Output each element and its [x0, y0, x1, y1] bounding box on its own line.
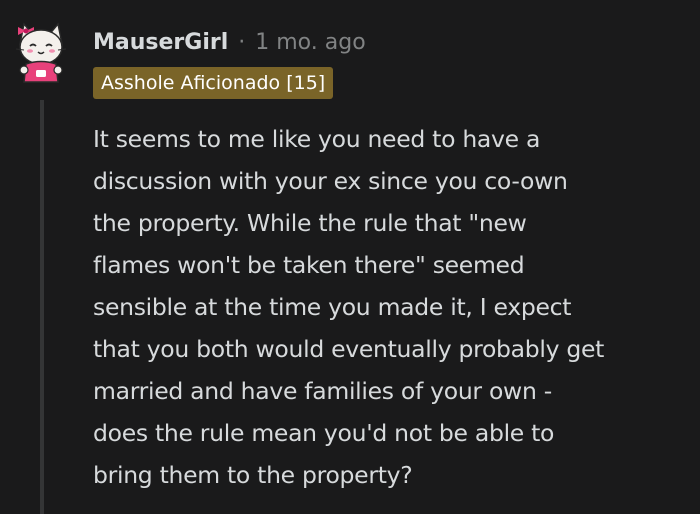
user-flair-badge: Asshole Aficionado [15]	[93, 67, 334, 99]
comment-header: MauserGirl · 1 mo. ago	[93, 27, 366, 57]
author-username[interactable]: MauserGirl	[93, 30, 228, 55]
separator-dot: ·	[238, 29, 246, 55]
comment: MauserGirl · 1 mo. ago Asshole Aficionad…	[0, 0, 700, 514]
avatar[interactable]	[6, 14, 76, 84]
comment-body: It seems to me like you need to have a d…	[93, 125, 605, 489]
thread-collapse-line[interactable]	[40, 100, 44, 514]
cartoon-cat-avatar-icon	[15, 22, 67, 83]
comment-timestamp[interactable]: 1 mo. ago	[255, 30, 365, 55]
